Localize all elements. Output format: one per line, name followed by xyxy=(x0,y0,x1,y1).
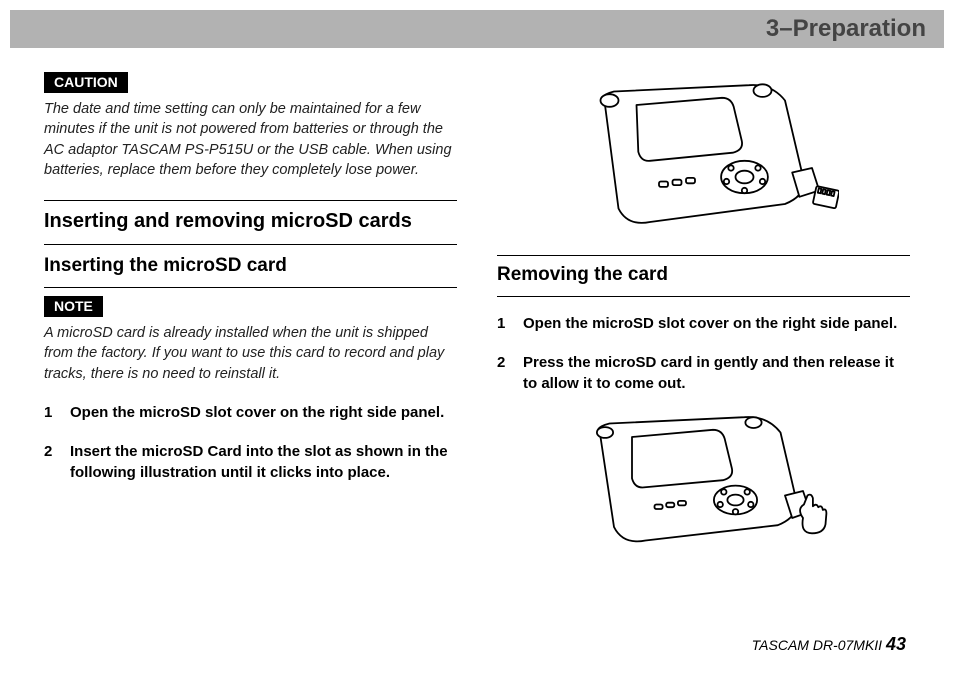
step-text: Press the microSD card in gently and the… xyxy=(523,352,910,394)
divider xyxy=(44,244,457,245)
illustration-remove-card xyxy=(497,410,910,545)
right-column: Removing the card 1 Open the microSD slo… xyxy=(497,72,910,615)
subsection-heading: Inserting the microSD card xyxy=(44,253,457,281)
step-number: 2 xyxy=(497,352,509,394)
footer-model: TASCAM DR-07MKII xyxy=(752,637,882,653)
caution-badge: CAUTION xyxy=(44,72,128,93)
content-columns: CAUTION The date and time setting can on… xyxy=(44,72,910,615)
note-text: A microSD card is already installed when… xyxy=(44,323,457,384)
section-heading: Inserting and removing microSD cards xyxy=(44,207,457,238)
step-item: 1 Open the microSD slot cover on the rig… xyxy=(44,402,457,423)
chapter-header: 3–Preparation xyxy=(10,10,944,48)
step-text: Insert the microSD Card into the slot as… xyxy=(70,441,457,483)
divider xyxy=(44,200,457,201)
step-number: 2 xyxy=(44,441,56,483)
note-badge: NOTE xyxy=(44,296,103,317)
recorder-remove-icon xyxy=(569,410,839,545)
page-footer: TASCAM DR-07MKII 43 xyxy=(752,634,906,655)
caution-text: The date and time setting can only be ma… xyxy=(44,99,457,180)
step-number: 1 xyxy=(44,402,56,423)
recorder-insert-icon xyxy=(569,78,839,231)
step-item: 1 Open the microSD slot cover on the rig… xyxy=(497,313,910,334)
step-text: Open the microSD slot cover on the right… xyxy=(70,402,457,423)
subsection-heading: Removing the card xyxy=(497,262,910,290)
divider xyxy=(497,255,910,256)
chapter-title: 3–Preparation xyxy=(766,15,926,43)
footer-page-number: 43 xyxy=(886,634,906,654)
divider xyxy=(44,287,457,288)
step-number: 1 xyxy=(497,313,509,334)
step-item: 2 Insert the microSD Card into the slot … xyxy=(44,441,457,483)
left-column: CAUTION The date and time setting can on… xyxy=(44,72,457,615)
step-text: Open the microSD slot cover on the right… xyxy=(523,313,910,334)
divider xyxy=(497,296,910,297)
illustration-insert-card xyxy=(497,78,910,231)
step-item: 2 Press the microSD card in gently and t… xyxy=(497,352,910,394)
